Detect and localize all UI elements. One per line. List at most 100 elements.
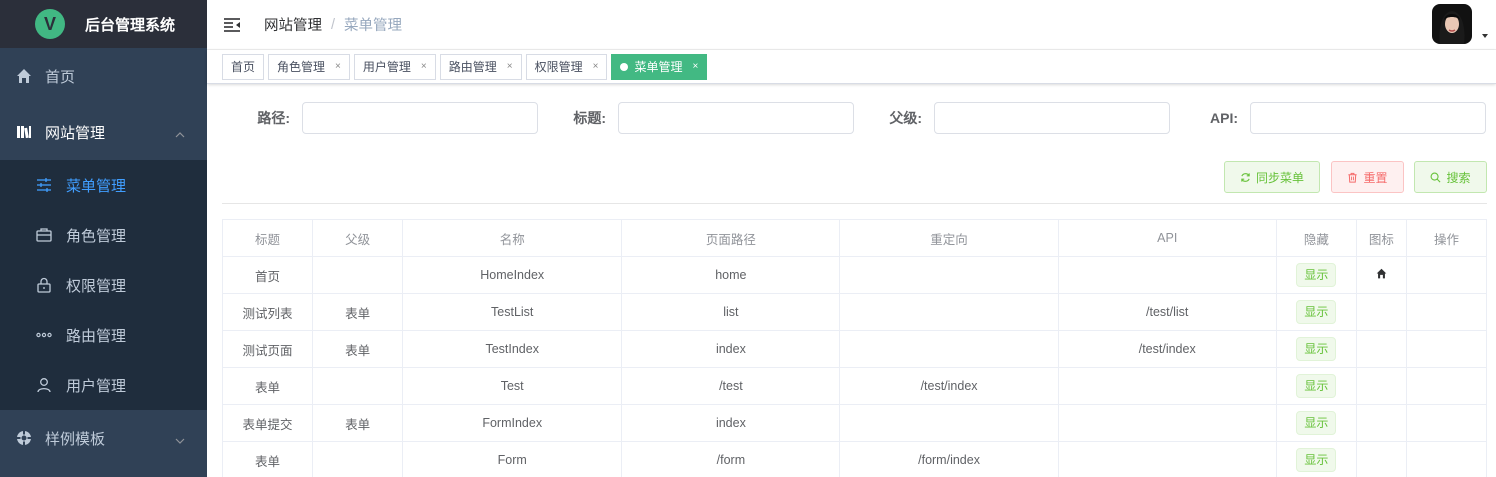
sidebar-item-menu-mgmt[interactable]: 菜单管理 [0, 160, 207, 210]
cell-title: 测试页面 [221, 330, 314, 368]
cell-name: FormIndex [402, 404, 623, 442]
cell-actions[interactable] [1405, 256, 1488, 294]
reset-button[interactable]: 重置 [1331, 161, 1404, 193]
tag-menu-mgmt[interactable]: 菜单管理 × [611, 53, 708, 80]
cell-path: index [621, 330, 841, 368]
tag-label: 首页 [231, 60, 256, 74]
table-row[interactable]: 表单提交 表单 FormIndex index 显示 [221, 404, 1488, 442]
avatar[interactable] [1432, 4, 1472, 44]
sidebar-item-user-mgmt[interactable]: 用户管理 [0, 360, 207, 410]
api-input[interactable] [1250, 102, 1486, 134]
cell-parent: 表单 [312, 330, 404, 368]
close-icon[interactable]: × [335, 61, 341, 72]
avatar-dropdown[interactable] [1432, 4, 1488, 44]
cell-redirect [839, 404, 1059, 442]
cell-actions[interactable] [1405, 441, 1488, 477]
search-button[interactable]: 搜索 [1414, 161, 1487, 193]
cell-path: index [621, 404, 841, 442]
button-label: 同步菜单 [1255, 170, 1304, 185]
sidebar-item-permission-mgmt[interactable]: 权限管理 [0, 260, 207, 310]
parent-label: 父级: [889, 110, 922, 126]
table-row[interactable]: 首页 HomeIndex home 显示 [221, 256, 1488, 294]
chevron-up-icon [175, 127, 185, 138]
hamburger-icon[interactable] [224, 17, 240, 33]
logo[interactable]: V 后台管理系统 [0, 0, 207, 48]
sidebar-item-label: 权限管理 [66, 277, 127, 295]
breadcrumb-item[interactable]: 网站管理 [264, 14, 322, 35]
sidebar-item-site-mgmt[interactable]: 网站管理 [0, 104, 207, 160]
button-label: 重置 [1363, 170, 1388, 185]
table-header-row: 标题 父级 名称 页面路径 重定向 API 隐藏 图标 操作 [221, 219, 1488, 257]
column-header: API [1057, 219, 1277, 257]
status-badge: 显示 [1296, 263, 1337, 287]
cell-actions[interactable] [1405, 293, 1488, 331]
sidebar-item-role-mgmt[interactable]: 角色管理 [0, 210, 207, 260]
sidebar-item-label: 路由管理 [66, 327, 127, 345]
cell-title: 首页 [221, 256, 314, 294]
button-label: 搜索 [1446, 170, 1471, 185]
home-icon [1376, 268, 1387, 279]
cell-icon [1355, 293, 1407, 331]
sidebar-item-label: 首页 [45, 68, 76, 86]
close-icon[interactable]: × [507, 61, 513, 72]
parent-input[interactable] [934, 102, 1170, 134]
breadcrumb-current: 菜单管理 [344, 18, 403, 34]
cell-api [1057, 441, 1277, 477]
tag-permission-mgmt[interactable]: 权限管理 × [525, 53, 608, 80]
status-badge: 显示 [1296, 374, 1337, 398]
cell-hidden: 显示 [1275, 330, 1357, 368]
cell-api: /test/list [1057, 293, 1277, 331]
cell-api: /test/index [1057, 330, 1277, 368]
tag-role-mgmt[interactable]: 角色管理 × [268, 53, 350, 80]
sidebar-item-route-mgmt[interactable]: 路由管理 [0, 310, 207, 360]
cell-path: list [621, 293, 841, 331]
status-badge: 显示 [1296, 448, 1337, 472]
close-icon[interactable]: × [421, 61, 427, 72]
title-input[interactable] [618, 102, 854, 134]
breadcrumb-separator: / [331, 16, 336, 33]
table-row[interactable]: 测试列表 表单 TestList list/test/list 显示 [221, 293, 1488, 331]
cell-actions[interactable] [1405, 330, 1488, 368]
close-icon[interactable]: × [692, 61, 698, 72]
tag-label: 用户管理 [362, 60, 411, 74]
tag-route-mgmt[interactable]: 路由管理 × [439, 53, 522, 80]
sliders-icon [36, 177, 52, 193]
cell-parent: 表单 [312, 404, 404, 442]
breadcrumb: 网站管理 / 菜单管理 [264, 14, 402, 35]
trash-icon [1348, 172, 1358, 183]
cell-icon [1355, 441, 1407, 477]
table-row[interactable]: 测试页面 表单 TestIndex index/test/index 显示 [221, 330, 1488, 368]
cell-redirect: /form/index [839, 441, 1059, 477]
table-row[interactable]: 表单 Test/test/test/index 显示 [221, 367, 1488, 405]
cell-icon [1355, 367, 1407, 405]
cell-redirect: /test/index [839, 367, 1059, 405]
cell-actions[interactable] [1405, 404, 1488, 442]
chevron-down-icon [175, 433, 185, 444]
cell-title: 测试列表 [221, 293, 314, 331]
cell-path: home [621, 256, 841, 294]
cell-parent [312, 367, 404, 405]
cell-title: 表单 [221, 367, 314, 405]
tags-view: 首页 角色管理 × 用户管理 × 路由管理 × 权限管理 × 菜单管理 × [207, 50, 1496, 84]
tag-user-mgmt[interactable]: 用户管理 × [353, 53, 436, 80]
cell-redirect [839, 330, 1059, 368]
briefcase-icon [36, 227, 52, 243]
column-header: 名称 [402, 219, 623, 257]
cell-api [1057, 367, 1277, 405]
tag-home[interactable]: 首页 [222, 53, 265, 80]
table-row[interactable]: 表单 Form/form/form/index 显示 [221, 441, 1488, 477]
lock-icon [36, 277, 52, 293]
api-label: API: [1210, 110, 1238, 126]
sidebar-item-home[interactable]: 首页 [0, 48, 207, 104]
menu-table: 标题 父级 名称 页面路径 重定向 API 隐藏 图标 操作 首页 HomeIndex home 显示… [221, 219, 1488, 477]
path-input[interactable] [302, 102, 538, 134]
cell-title: 表单提交 [221, 404, 314, 442]
close-icon[interactable]: × [593, 61, 599, 72]
cell-actions[interactable] [1405, 367, 1488, 405]
sidebar-item-templates[interactable]: 样例模板 [0, 410, 207, 466]
sync-menu-button[interactable]: 同步菜单 [1224, 161, 1320, 193]
column-header: 页面路径 [621, 219, 841, 257]
cell-hidden: 显示 [1275, 293, 1357, 331]
cell-icon [1355, 256, 1407, 294]
column-header: 标题 [221, 219, 314, 257]
